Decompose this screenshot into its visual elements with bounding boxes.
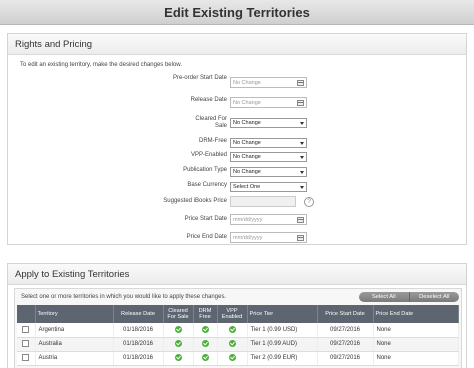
pubtype-label: Publication Type [183, 167, 227, 173]
preorder-label: Pre-order Start Date [172, 75, 227, 81]
price-start-cell: 09/27/2016 [317, 323, 374, 338]
territory-cell: Austria [35, 351, 114, 366]
price-start-cell: 09/27/2016 [317, 337, 374, 352]
currency-label: Base Currency [187, 182, 227, 188]
suggested-price-input[interactable] [230, 196, 296, 207]
suggested-row: Suggested iBooks Price ? [8, 196, 468, 211]
release-row: Release Date No Change [8, 97, 468, 110]
selection-hint: Select one or more territories in which … [21, 294, 227, 300]
check-icon [174, 340, 182, 348]
cleared-for-sale-select[interactable]: No Change [230, 118, 307, 128]
preorder-date-input[interactable]: No Change [230, 77, 307, 88]
cleared-label: Cleared For Sale [195, 116, 227, 129]
price-start-cell: 09/27/2016 [317, 351, 374, 366]
check-icon [201, 354, 209, 362]
currency-row: Base Currency Select One [8, 182, 468, 195]
price-end-cell: None [373, 337, 459, 352]
drm-free-select[interactable]: No Change [230, 138, 307, 148]
check-icon [201, 326, 209, 334]
column-header-price-tier[interactable]: Price Tier [247, 305, 318, 323]
price-tier-cell: Tier 1 (0.99 AUD) [247, 337, 318, 352]
check-icon [201, 340, 209, 348]
price-tier-cell: Tier 1 (0.99 USD) [247, 323, 318, 338]
calendar-icon[interactable] [297, 235, 304, 241]
row-checkbox[interactable] [22, 354, 30, 362]
calendar-icon[interactable] [297, 217, 304, 223]
release-date-cell: 01/18/2016 [113, 323, 164, 338]
row-checkbox[interactable] [22, 340, 30, 348]
pubtype-row: Publication Type No Change [8, 167, 468, 180]
rights-pricing-heading: Rights and Pricing [8, 34, 466, 55]
chevron-down-icon [300, 142, 304, 145]
check-icon [174, 354, 182, 362]
preorder-row: Pre-order Start Date No Change [8, 75, 468, 88]
apply-territories-panel: Apply to Existing Territories Select one… [7, 263, 467, 368]
territory-selection-area: Select one or more territories in which … [14, 288, 462, 368]
pstart-label: Price Start Date [184, 216, 227, 222]
column-header-price-start-date[interactable]: Price Start Date [317, 305, 374, 323]
release-label: Release Date [190, 97, 227, 103]
column-header-vpp-enabled[interactable]: VPP Enabled [217, 305, 248, 323]
pend-label: Price End Date [186, 234, 227, 240]
release-date-cell: 01/18/2016 [113, 337, 164, 352]
check-icon [174, 326, 182, 334]
release-date-cell: 01/18/2016 [113, 351, 164, 366]
cleared-row: Cleared For Sale No Change [8, 116, 468, 129]
chevron-down-icon [300, 156, 304, 159]
price-start-date-input[interactable]: mm/dd/yyyy [230, 214, 307, 225]
vpp-label: VPP-Enabled [190, 152, 227, 158]
select-column-header [17, 305, 36, 323]
check-icon [228, 340, 236, 348]
pend-row: Price End Date mm/dd/yyyy [8, 232, 468, 247]
territories-table: Territory Release Date Cleared For Sale … [17, 305, 459, 366]
price-end-cell: None [373, 351, 459, 366]
calendar-icon[interactable] [297, 100, 304, 106]
base-currency-select[interactable]: Select One [230, 182, 307, 192]
check-icon [228, 354, 236, 362]
publication-type-select[interactable]: No Change [230, 167, 307, 177]
chevron-down-icon [300, 171, 304, 174]
row-checkbox[interactable] [22, 326, 30, 334]
territory-cell: Australia [35, 337, 114, 352]
table-row[interactable]: Austria 01/18/2016 Tier 2 (0.99 EUR) 09/… [17, 351, 459, 366]
column-header-territory[interactable]: Territory [35, 305, 114, 323]
price-tier-cell: Tier 2 (0.99 EUR) [247, 351, 318, 366]
suggested-label: Suggested iBooks Price [163, 198, 227, 204]
help-icon[interactable]: ? [304, 197, 314, 207]
release-date-input[interactable]: No Change [230, 97, 307, 108]
drm-row: DRM-Free No Change [8, 138, 468, 151]
select-all-button[interactable]: Select All [359, 292, 410, 302]
table-row[interactable]: Argentina 01/18/2016 Tier 1 (0.99 USD) 0… [17, 323, 459, 338]
price-end-date-input[interactable]: mm/dd/yyyy [230, 232, 307, 243]
chevron-down-icon [300, 186, 304, 189]
column-header-price-end-date[interactable]: Price End Date [373, 305, 459, 323]
apply-territories-heading: Apply to Existing Territories [8, 264, 466, 285]
page-title: Edit Existing Territories [0, 0, 474, 25]
rights-pricing-panel: Rights and Pricing To edit an existing t… [7, 33, 467, 245]
column-header-drm-free[interactable]: DRM Free [193, 305, 218, 323]
column-header-release-date[interactable]: Release Date [113, 305, 164, 323]
vpp-enabled-select[interactable]: No Change [230, 152, 307, 162]
vpp-row: VPP-Enabled No Change [8, 152, 468, 165]
table-header-row: Territory Release Date Cleared For Sale … [17, 305, 459, 323]
drm-label: DRM-Free [199, 138, 227, 144]
pstart-row: Price Start Date mm/dd/yyyy [8, 214, 468, 229]
column-header-cleared-for-sale[interactable]: Cleared For Sale [163, 305, 194, 323]
check-icon [228, 326, 236, 334]
territory-cell: Argentina [35, 323, 114, 338]
calendar-icon[interactable] [297, 80, 304, 86]
table-row[interactable]: Australia 01/18/2016 Tier 1 (0.99 AUD) 0… [17, 337, 459, 352]
price-end-cell: None [373, 323, 459, 338]
deselect-all-button[interactable]: Deselect All [410, 292, 460, 302]
selection-button-group: Select All Deselect All [359, 292, 459, 302]
chevron-down-icon [300, 122, 304, 125]
rights-intro-text: To edit an existing territory, make the … [20, 62, 182, 68]
